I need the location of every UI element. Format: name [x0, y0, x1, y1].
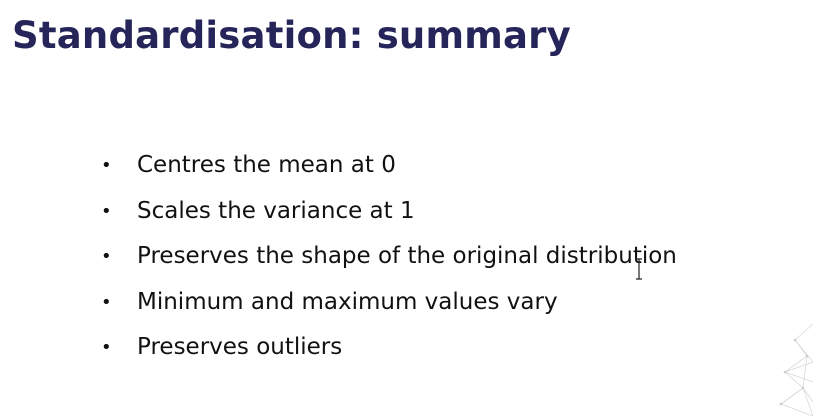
bullet-list: • Centres the mean at 0 • Scales the var… [100, 143, 677, 371]
bullet-item-minmax: • Minimum and maximum values vary [100, 280, 677, 326]
bullet-item-mean: • Centres the mean at 0 [100, 143, 677, 189]
bullet-item-outliers: • Preserves outliers [100, 325, 677, 371]
bullet-dot-icon: • [101, 291, 112, 313]
bullet-text: Scales the variance at 1 [137, 197, 415, 224]
bullet-dot-icon: • [101, 200, 112, 222]
bullet-text: Preserves outliers [137, 334, 343, 360]
bullet-dot-icon: • [101, 337, 112, 358]
bullet-item-variance: • Scales the variance at 1 [100, 189, 677, 235]
slide: Standardisation: summary • Centres the m… [0, 0, 813, 417]
text-cursor-icon [636, 258, 642, 280]
bullet-text: Minimum and maximum values vary [137, 288, 558, 315]
network-mesh-icon [779, 323, 813, 417]
bullet-item-shape: • Preserves the shape of the original di… [100, 234, 677, 280]
bullet-text: Preserves the shape of the original dist… [137, 243, 677, 269]
bullet-text: Centres the mean at 0 [137, 152, 396, 178]
bullet-dot-icon: • [101, 155, 112, 176]
slide-title: Standardisation: summary [12, 14, 571, 57]
bullet-dot-icon: • [101, 246, 112, 267]
